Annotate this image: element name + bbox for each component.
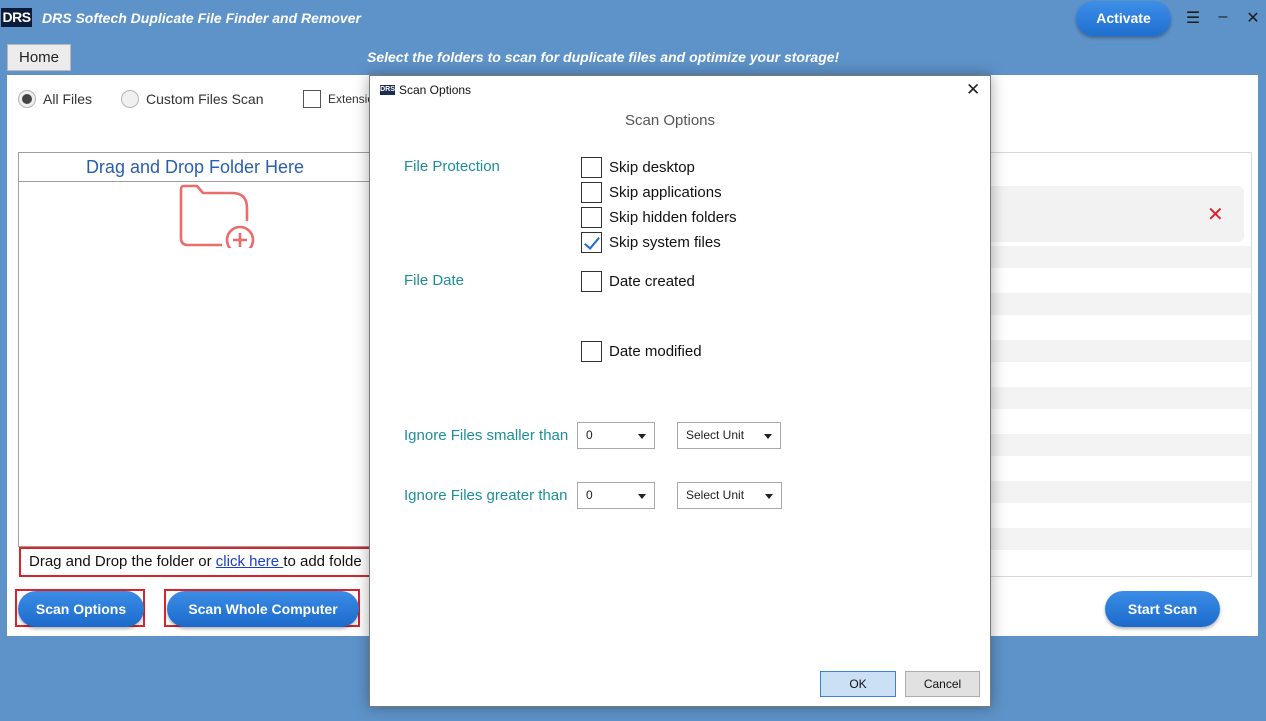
date-created-checkbox[interactable]: Date created <box>581 271 695 292</box>
date-modified-checkbox[interactable]: Date modified <box>581 341 702 362</box>
checkbox-icon <box>303 90 321 108</box>
date-created-label: Date created <box>609 273 695 290</box>
checkbox-icon <box>581 207 602 228</box>
close-icon[interactable]: ✕ <box>1243 8 1263 28</box>
scan-options-button[interactable]: Scan Options <box>18 591 144 627</box>
chevron-down-icon <box>638 434 646 439</box>
checkbox-icon <box>581 341 602 362</box>
checkbox-icon <box>581 271 602 292</box>
ignore-greater-unit-value: Select Unit <box>686 488 745 502</box>
extension-label: Extensio <box>328 92 375 106</box>
custom-files-scan-label: Custom Files Scan <box>146 91 264 107</box>
ignore-greater-label: Ignore Files greater than <box>404 487 568 504</box>
file-date-label: File Date <box>404 272 465 289</box>
all-files-radio[interactable]: All Files <box>18 88 92 110</box>
radio-unselected-icon <box>121 90 139 108</box>
cancel-button[interactable]: Cancel <box>905 671 980 697</box>
click-here-link[interactable]: click here <box>216 553 284 570</box>
skip-system-files-label: Skip system files <box>609 234 721 251</box>
list-row <box>990 481 1251 503</box>
skip-desktop-label: Skip desktop <box>609 159 695 176</box>
date-modified-label: Date modified <box>609 343 702 360</box>
skip-system-files-checkbox[interactable]: Skip system files <box>581 232 721 253</box>
remove-x-icon[interactable]: ✕ <box>1207 203 1224 225</box>
ok-button[interactable]: OK <box>820 671 896 697</box>
hamburger-menu-icon[interactable]: ☰ <box>1183 8 1203 28</box>
start-scan-button[interactable]: Start Scan <box>1105 591 1220 627</box>
scan-whole-computer-button[interactable]: Scan Whole Computer <box>167 591 359 627</box>
skip-desktop-checkbox[interactable]: Skip desktop <box>581 157 695 178</box>
chevron-down-icon <box>764 434 772 439</box>
app-logo: DRS <box>1 8 32 27</box>
all-files-label: All Files <box>43 91 93 107</box>
home-tab[interactable]: Home <box>7 44 71 71</box>
ignore-smaller-size-value: 0 <box>586 428 593 442</box>
file-protection-label: File Protection <box>404 158 500 175</box>
dialog-heading: Scan Options <box>624 112 716 129</box>
activate-button[interactable]: Activate <box>1076 1 1171 36</box>
instructions-text-suffix: to add folde <box>283 553 362 570</box>
list-row <box>990 246 1251 268</box>
ignore-greater-unit-dropdown[interactable]: Select Unit <box>677 482 782 509</box>
chevron-down-icon <box>638 494 646 499</box>
dialog-close-icon[interactable]: ✕ <box>966 80 980 100</box>
custom-files-scan-radio[interactable]: Custom Files Scan <box>121 88 263 110</box>
checkbox-icon <box>581 182 602 203</box>
drop-zone-instructions: Drag and Drop the folder or click here t… <box>19 547 371 577</box>
app-title: DRS Softech Duplicate File Finder and Re… <box>42 10 361 26</box>
skip-hidden-folders-label: Skip hidden folders <box>609 209 737 226</box>
checkbox-checked-icon <box>581 232 602 253</box>
dialog-title: Scan Options <box>399 83 472 97</box>
list-row <box>990 387 1251 409</box>
minimize-icon[interactable]: – <box>1213 8 1233 26</box>
scan-options-dialog: DRS Scan Options ✕ Scan Options File Pro… <box>369 75 991 707</box>
ignore-smaller-label: Ignore Files smaller than <box>404 427 569 444</box>
ignore-greater-size-dropdown[interactable]: 0 <box>577 482 655 509</box>
dialog-app-icon: DRS <box>380 85 395 95</box>
skip-hidden-folders-checkbox[interactable]: Skip hidden folders <box>581 207 737 228</box>
skip-applications-label: Skip applications <box>609 184 722 201</box>
ignore-smaller-unit-dropdown[interactable]: Select Unit <box>677 422 781 449</box>
instructions-text-prefix: Drag and Drop the folder or <box>29 553 212 570</box>
chevron-down-icon <box>765 494 773 499</box>
list-row <box>990 528 1251 550</box>
extension-checkbox[interactable]: Extensio <box>303 88 374 110</box>
list-row <box>990 434 1251 456</box>
folder-add-icon[interactable] <box>160 178 260 248</box>
skip-applications-checkbox[interactable]: Skip applications <box>581 182 722 203</box>
list-row <box>990 293 1251 315</box>
ignore-smaller-size-dropdown[interactable]: 0 <box>577 422 655 449</box>
page-subtitle: Select the folders to scan for duplicate… <box>367 49 840 65</box>
radio-selected-icon <box>18 90 36 108</box>
checkbox-icon <box>581 157 602 178</box>
list-row <box>990 340 1251 362</box>
ignore-greater-size-value: 0 <box>586 488 593 502</box>
selected-folder-item[interactable] <box>990 186 1244 242</box>
ignore-smaller-unit-value: Select Unit <box>686 428 745 442</box>
title-bar: DRS DRS Softech Duplicate File Finder an… <box>0 0 1266 38</box>
